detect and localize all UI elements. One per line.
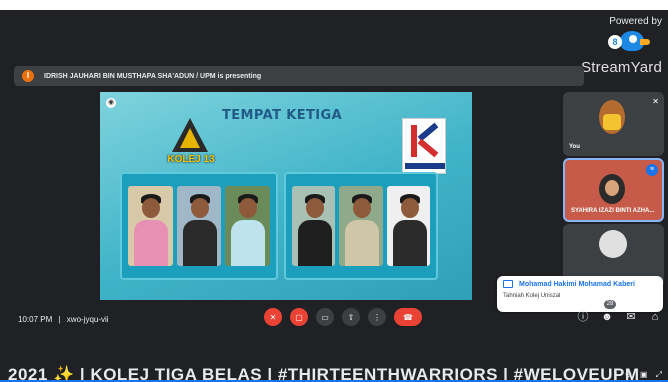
streamyard-name: StreamYard [581,59,662,76]
chat-button[interactable]: ✉ [624,310,638,324]
presented-slide: ◉ KOLEJ 13 TEMPAT KETIGA [100,92,472,300]
audio-indicator-icon: ◉ [106,98,116,108]
photo-frame-right [284,172,438,280]
participant-photo [339,186,383,266]
activities-button[interactable]: ⌂ [648,310,662,324]
kolej-logo-text: KOLEJ 13 [167,154,215,165]
participant-name: You [569,144,580,150]
mic-off-icon: ✕ [269,312,277,322]
people-button[interactable]: ☻ 28 [600,300,616,324]
kolej-13-logo: KOLEJ 13 [160,118,220,172]
mic-toggle-button[interactable]: ✕ [264,308,282,326]
meet-stage: Powered by 8 StreamYard I IDRISH JAUHARI… [0,10,668,382]
chat-bubble-icon: ✉ [626,311,636,323]
meeting-details: 10:07 PM | xwo-jyqu-vii [18,315,109,324]
university-logo [402,118,446,174]
participant-photo [176,186,222,266]
captions-icon: ▭ [321,312,329,322]
miniplayer-icon[interactable]: ▣ [640,370,648,380]
more-options-icon: ⋮ [373,312,381,322]
participant-photo [225,186,271,266]
participant-tile-you[interactable]: ✕ You [563,92,664,156]
participant-photo [386,186,430,266]
streamyard-branding: Powered by 8 StreamYard [572,16,662,76]
presenting-text: IDRISH JAUHARI BIN MUSTHAPA SHA'ADUN / U… [44,72,262,80]
camera-toggle-button[interactable]: ▢ [290,308,308,326]
meeting-time: 10:07 PM [18,315,53,324]
end-call-button[interactable]: ☎ [394,308,422,326]
call-controls: ✕ ▢ ▭ ⇧ ⋮ ☎ [264,308,422,326]
fullscreen-icon[interactable]: ⤢ [656,370,662,380]
info-icon: ⓘ [577,311,589,323]
speaking-indicator-icon: ≡ [646,164,658,176]
chat-notification[interactable]: Mohamad Hakimi Mohamad Kaberi Tahniah Ko… [497,276,663,312]
settings-gear-icon[interactable]: ⚙ [625,370,632,380]
presenting-banner: I IDRISH JAUHARI BIN MUSTHAPA SHA'ADUN /… [14,66,584,86]
participant-photo [292,186,336,266]
side-panel-controls: ⓘ ☻ 28 ✉ ⌂ [576,300,662,324]
more-options-button[interactable]: ⋮ [368,308,386,326]
meeting-code: xwo-jyqu-vii [66,315,109,324]
activities-icon: ⌂ [651,311,659,323]
people-icon: ☻ [601,311,613,323]
streamyard-logo-icon: 8 [608,31,650,57]
chat-message: Tahniah Kolej Uniszal [503,293,561,299]
end-call-icon: ☎ [403,312,413,322]
participant-name: SYAHIRA IZAZI BINTI AZHA... [571,208,655,214]
meeting-info-button[interactable]: ⓘ [576,310,590,324]
people-count-badge: 28 [604,300,616,309]
chat-icon [503,280,513,288]
photo-frame-left [120,172,278,280]
mic-muted-icon: ✕ [652,97,659,106]
camera-off-icon: ▢ [295,312,303,322]
participant-photo [128,186,173,266]
logo-badge: 8 [608,35,622,49]
meeting-controls-bar: 10:07 PM | xwo-jyqu-vii ✕ ▢ ▭ ⇧ ⋮ ☎ ⓘ ☻ … [0,300,668,334]
meeting-separator: | [58,315,61,324]
presenter-avatar: I [22,70,34,82]
present-icon: ⇧ [347,312,355,322]
present-button[interactable]: ⇧ [342,308,360,326]
participant-tile-speaking[interactable]: ≡ SYAHIRA IZAZI BINTI AZHA... [563,158,664,222]
stream-ticker: 2021 ✨ | KOLEJ TIGA BELAS | #THIRTEENTHW… [0,336,668,382]
powered-by-label: Powered by [609,16,662,27]
chat-sender: Mohamad Hakimi Mohamad Kaberi [519,280,635,288]
player-controls: ⚙ ▣ ⤢ [625,370,662,380]
slide-title: TEMPAT KETIGA [222,108,343,123]
captions-button[interactable]: ▭ [316,308,334,326]
